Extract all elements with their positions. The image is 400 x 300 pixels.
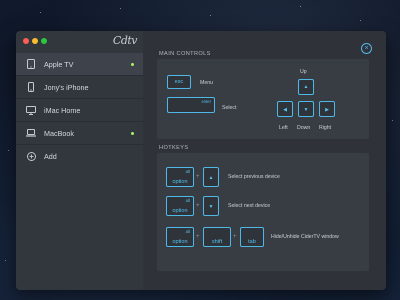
arrow-left-key[interactable]: ◀ [277,101,293,117]
enter-key[interactable]: enter [167,97,215,113]
add-device-button[interactable]: Add [16,145,143,167]
sidebar-item-imac-home[interactable]: iMac Home [16,99,143,121]
minimize-window-button[interactable] [32,38,38,44]
close-icon[interactable]: × [361,43,372,54]
option-key[interactable]: alt option [166,196,194,216]
down-label: Down [297,125,311,131]
online-indicator [131,131,134,135]
main-panel: × MAIN CONTROLS esc Menu enter Select Up… [143,31,386,290]
device-label: Add [44,151,57,161]
sidebar-item-macbook[interactable]: MacBook [16,122,143,144]
select-label: Select [222,105,237,111]
device-label: Apple TV [44,59,74,69]
tablet-icon [26,59,36,69]
sidebar: Cdtv Apple TV Jony's iPhone iMac Home Ma… [16,31,143,290]
zoom-window-button[interactable] [41,38,47,44]
hotkeys-panel: alt option + ▲ Select previous device al… [157,153,369,271]
arrow-up-key[interactable]: ▲ [203,167,219,187]
titlebar: Cdtv [16,31,143,53]
option-key[interactable]: alt option [166,167,194,187]
app-logo: Cdtv [112,34,138,47]
left-label: Left [279,125,288,131]
arrow-up-key[interactable]: ▲ [298,79,314,95]
sidebar-item-jonys-iphone[interactable]: Jony's iPhone [16,76,143,98]
tab-key[interactable]: tab [240,227,264,247]
arrow-down-key[interactable]: ▼ [298,101,314,117]
device-label: iMac Home [44,105,81,115]
hotkey-label: Select next device [228,203,271,209]
app-window: Cdtv Apple TV Jony's iPhone iMac Home Ma… [16,31,386,290]
hotkey-label: Hide/Unhide CiderTV window [271,234,339,240]
triangle-left-icon: ◀ [283,107,287,113]
laptop-icon [26,128,36,138]
triangle-down-icon: ▼ [208,204,214,210]
right-label: Right [319,125,332,131]
esc-key[interactable]: esc [167,75,191,89]
triangle-right-icon: ▶ [325,107,329,113]
triangle-up-icon: ▲ [303,84,309,90]
device-label: MacBook [44,128,74,138]
hotkey-label: Select previous device [228,174,280,180]
menu-label: Menu [200,80,213,86]
online-indicator [131,62,134,66]
triangle-down-icon: ▼ [303,107,309,113]
triangle-up-icon: ▲ [208,175,214,181]
up-label: Up [300,69,307,75]
option-key[interactable]: alt option [166,227,194,247]
arrow-down-key[interactable]: ▼ [203,196,219,216]
monitor-icon [26,105,36,115]
shift-key[interactable]: shift [203,227,231,247]
close-window-button[interactable] [23,38,29,44]
plus-circle-icon [26,151,36,161]
main-controls-panel: esc Menu enter Select Up ▲ ◀ ▼ ▶ Left Do… [157,59,369,139]
arrow-right-key[interactable]: ▶ [319,101,335,117]
phone-icon [26,82,36,92]
main-controls-title: MAIN CONTROLS [159,51,211,57]
device-label: Jony's iPhone [44,82,89,92]
hotkeys-title: HOTKEYS [159,145,189,151]
sidebar-item-apple-tv[interactable]: Apple TV [16,53,143,75]
